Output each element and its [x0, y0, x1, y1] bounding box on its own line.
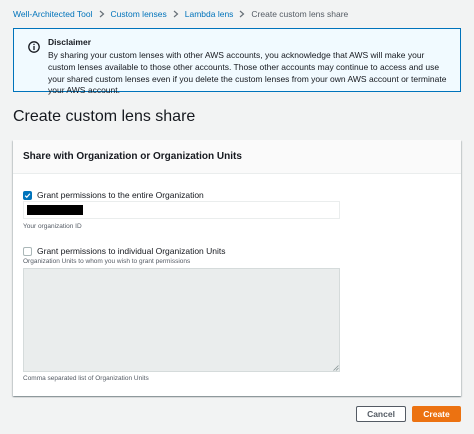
- checkmark-icon: [24, 192, 31, 198]
- breadcrumb-current: Create custom lens share: [251, 9, 349, 19]
- grant-organization-label: Grant permissions to the entire Organiza…: [37, 190, 204, 200]
- breadcrumb-lambda-lens[interactable]: Lambda lens: [185, 9, 234, 19]
- share-panel-header: Share with Organization or Organization …: [13, 140, 461, 174]
- disclaimer-alert: Disclaimer By sharing your custom lenses…: [13, 28, 461, 95]
- breadcrumb-custom-lenses[interactable]: Custom lenses: [111, 9, 167, 19]
- grant-ou-option[interactable]: Grant permissions to individual Organiza…: [23, 246, 226, 256]
- grant-organization-checkbox[interactable]: [23, 190, 32, 200]
- grant-organization-option[interactable]: Grant permissions to the entire Organiza…: [23, 190, 204, 200]
- share-panel: Share with Organization or Organization …: [13, 140, 461, 396]
- create-button[interactable]: Create: [412, 406, 461, 422]
- chevron-right-icon: [172, 10, 180, 18]
- chevron-right-icon: [238, 10, 246, 18]
- page-title: Create custom lens share: [13, 108, 196, 125]
- grant-ou-label: Grant permissions to individual Organiza…: [37, 246, 226, 256]
- disclaimer-body: By sharing your custom lenses with other…: [48, 50, 447, 96]
- disclaimer-title: Disclaimer: [48, 37, 91, 47]
- breadcrumb-well-architected-tool[interactable]: Well-Architected Tool: [13, 9, 93, 19]
- cancel-button[interactable]: Cancel: [356, 406, 406, 422]
- organization-id-helper: Your organization ID: [23, 223, 82, 230]
- ou-description: Organization Units to whom you wish to g…: [23, 258, 191, 265]
- resize-handle-icon[interactable]: [333, 365, 339, 371]
- redacted-organization-id: [27, 205, 83, 215]
- info-icon: [28, 41, 40, 53]
- grant-ou-checkbox[interactable]: [23, 246, 32, 256]
- breadcrumb: Well-Architected Tool Custom lenses Lamb…: [13, 7, 348, 21]
- organization-units-textarea[interactable]: [23, 268, 340, 372]
- page: Well-Architected Tool Custom lenses Lamb…: [0, 0, 474, 434]
- ou-helper: Comma separated list of Organization Uni…: [23, 375, 149, 382]
- chevron-right-icon: [98, 10, 106, 18]
